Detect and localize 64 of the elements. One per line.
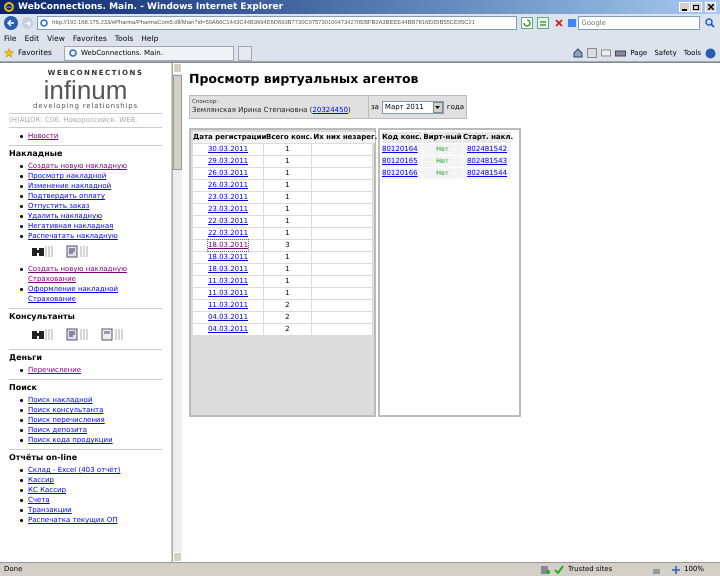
bullet <box>20 175 23 178</box>
logo-name: infinum <box>44 78 128 102</box>
favorites-star-icon <box>4 48 14 58</box>
bullet <box>20 489 23 492</box>
minimize-icon <box>682 9 687 11</box>
forward-arrow-icon <box>24 20 31 26</box>
mail-icon[interactable] <box>601 48 612 58</box>
bullet <box>20 499 23 502</box>
bullet <box>20 195 23 198</box>
home-icon[interactable] <box>573 48 584 58</box>
dropdown-arrow-icon <box>435 106 440 108</box>
bullet <box>20 205 23 208</box>
refresh-icon[interactable] <box>521 17 534 29</box>
help-icon[interactable] <box>705 48 716 58</box>
scrollbar[interactable] <box>172 63 182 562</box>
calculator-icon[interactable] <box>101 328 124 341</box>
print-icon[interactable] <box>615 48 626 58</box>
bullet <box>20 439 23 442</box>
document-icon[interactable] <box>66 328 89 341</box>
page-icon <box>40 19 48 27</box>
browser-logo-icon <box>4 2 14 12</box>
bullet <box>20 215 23 218</box>
section-heading: Деньги <box>9 353 43 363</box>
feeds-icon[interactable] <box>587 48 598 58</box>
page-title: Просмотр виртуальных агентов <box>189 71 418 87</box>
bullet <box>20 369 23 372</box>
bullet <box>20 509 23 512</box>
bullet <box>20 409 23 412</box>
binoculars-icon[interactable] <box>31 245 54 258</box>
minimize-button[interactable] <box>679 2 690 12</box>
zoom-icon <box>672 566 680 574</box>
protected-mode-icon <box>540 564 550 574</box>
page-icon <box>69 49 77 57</box>
compatibility-icon[interactable] <box>537 17 549 29</box>
bullet <box>20 519 23 522</box>
bullet <box>20 479 23 482</box>
binoculars-icon[interactable] <box>31 328 54 341</box>
bullet <box>20 469 23 472</box>
search-provider-icon <box>568 19 576 27</box>
section-heading: Консультанты <box>9 312 76 322</box>
maximize-button[interactable] <box>691 2 702 12</box>
bullet <box>20 268 23 271</box>
close-button[interactable] <box>705 2 716 12</box>
bullet <box>20 288 23 291</box>
search-icon[interactable] <box>704 17 716 29</box>
checkmark-icon <box>554 564 564 574</box>
bullet <box>20 165 23 168</box>
back-button[interactable] <box>4 16 18 30</box>
close-icon <box>708 4 714 10</box>
restore-icon <box>693 4 700 10</box>
bullet <box>20 419 23 422</box>
bullet <box>20 135 23 138</box>
bullet <box>20 429 23 432</box>
bullet <box>20 185 23 188</box>
section-heading: Накладные <box>9 149 64 159</box>
bullet <box>20 225 23 228</box>
bullet <box>20 399 23 402</box>
bullet <box>20 235 23 238</box>
window-title: WebConnections. Main. - Windows Internet Explorer <box>18 2 284 12</box>
section-heading: Отчёты on-line <box>9 453 78 463</box>
stop-icon[interactable] <box>552 17 564 29</box>
section-heading: Поиск <box>9 383 38 393</box>
document-icon[interactable] <box>66 245 89 258</box>
back-arrow-icon <box>6 19 15 27</box>
